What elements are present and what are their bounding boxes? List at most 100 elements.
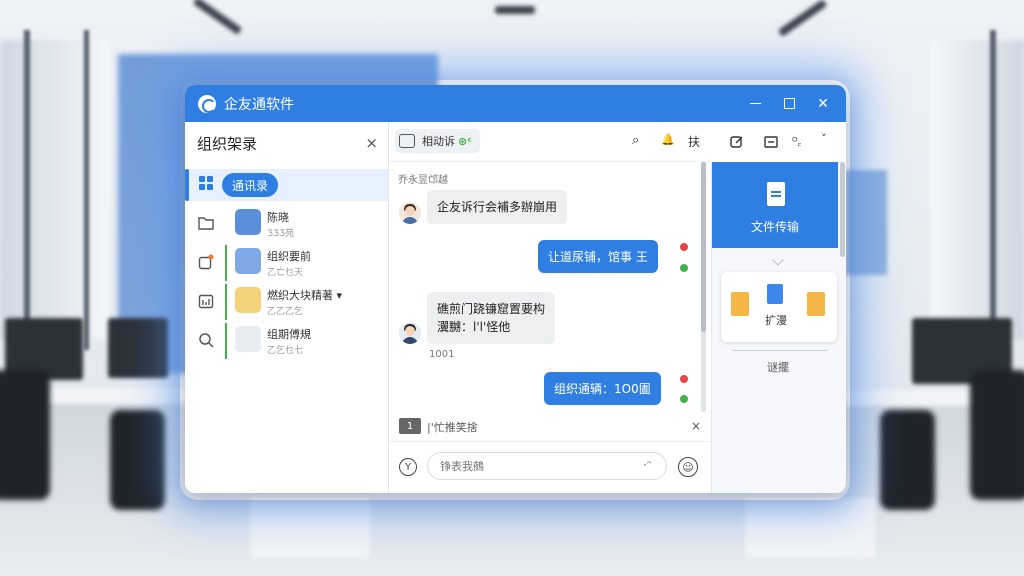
scrollbar-thumb[interactable] xyxy=(701,162,706,332)
inbox-icon[interactable] xyxy=(764,135,778,149)
chat-mode-icon xyxy=(399,134,415,148)
bg-window-frame xyxy=(84,30,89,350)
panel-title: 组织架录 xyxy=(197,134,258,153)
message-bubble-out[interactable]: 让道尿铺，馆事 王 xyxy=(538,240,658,273)
chevron-down-icon[interactable]: ˅ xyxy=(821,132,827,145)
bg-chair xyxy=(0,370,50,500)
files-label: 扩漫 xyxy=(765,314,787,327)
online-indicator xyxy=(225,245,227,281)
minimize-icon xyxy=(749,102,761,105)
contact-name: 燃织大块精著 ▾ xyxy=(267,289,343,302)
message-bubble-in[interactable]: 礁煎门跷镰窟置要构 瀷嬲：l'l'怪他 xyxy=(427,292,556,344)
bg-window-frame xyxy=(990,30,996,350)
chevron-down-icon[interactable] xyxy=(772,254,784,266)
app-window: 企友通软件 ✕ 组织架录 × 通讯录 陈晓 ƷƷƷ苑 组织要前 乙亡乜天 燃织大… xyxy=(185,85,846,493)
bg-window-frame xyxy=(24,30,30,350)
org-directory-panel: 组织架录 × 通讯录 陈晓 ƷƷƷ苑 组织要前 乙亡乜天 燃织大块精著 ▾ 乙乙… xyxy=(185,122,389,493)
window-controls: ✕ xyxy=(738,85,840,122)
bg-desk xyxy=(745,498,875,558)
bg-poster xyxy=(845,170,887,275)
contact-item[interactable]: 组织要前 乙亡乜天 xyxy=(225,245,385,281)
avatar[interactable] xyxy=(399,322,421,344)
app-title: 企友通软件 xyxy=(224,96,294,113)
avatar-face xyxy=(405,206,415,216)
search-icon[interactable]: ⌕ xyxy=(632,133,639,148)
bg-ceiling-light xyxy=(495,6,535,14)
chat-mode-label: 相动诉 xyxy=(422,135,455,148)
close-window-button[interactable]: ✕ xyxy=(806,85,840,122)
contact-item[interactable]: 陈晓 ƷƷƷ苑 xyxy=(225,206,385,242)
message-bubble-in[interactable]: 企友诉行会補多辦崩用 xyxy=(427,190,568,224)
directory-tab-chip[interactable]: 通讯录 xyxy=(222,173,279,197)
contact-status: 乙乙乙乞 xyxy=(267,307,304,317)
chat-panel: 相动诉 ⊛ᶜ ⌕ 🔔 扶 乔永昱邙越 企友诉行会補多辦崩用 让道尿铺，馆事 王 … xyxy=(389,122,711,493)
bell-icon[interactable]: 🔔 xyxy=(661,133,675,146)
file-transfer-label: 文件传输 xyxy=(750,220,799,234)
unread-status xyxy=(680,243,688,251)
reply-preview: |'忙推笑捨 xyxy=(427,421,478,434)
avatar xyxy=(235,287,261,313)
contact-item[interactable]: 燃织大块精著 ▾ 乙乙乙乞 xyxy=(225,284,385,320)
message-bubble-out[interactable]: 组织通辆：1O0圕 xyxy=(544,372,661,405)
close-panel-button[interactable]: × xyxy=(365,134,378,152)
bg-window-right xyxy=(930,40,1024,340)
chat-mode-chip[interactable]: 相动诉 ⊛ᶜ xyxy=(395,129,480,153)
more-options-icon[interactable]: ᴼ꜀ xyxy=(792,134,801,149)
files-card[interactable]: 扩漫 xyxy=(721,272,837,342)
close-reply-button[interactable]: × xyxy=(691,419,701,433)
file-icon xyxy=(731,292,749,316)
divider xyxy=(732,350,828,351)
title-bar[interactable]: 企友通软件 ✕ xyxy=(185,85,846,122)
grid-icon[interactable] xyxy=(198,175,214,191)
icon-rail xyxy=(185,164,221,493)
message-input[interactable] xyxy=(427,452,667,480)
avatar-face xyxy=(405,326,415,336)
calendar-icon[interactable] xyxy=(198,293,214,309)
message-time: 1001 xyxy=(429,349,455,360)
folder-icon[interactable] xyxy=(198,215,214,231)
tools-button[interactable]: 扶 xyxy=(688,133,700,150)
emoji-icon[interactable]: ☺ xyxy=(678,457,698,477)
reply-count-badge: 1 xyxy=(399,418,421,434)
bg-chair xyxy=(970,370,1024,500)
online-indicator xyxy=(225,323,227,359)
chat-toolbar: 相动诉 ⊛ᶜ ⌕ 🔔 扶 xyxy=(389,122,711,162)
delivered-status xyxy=(680,264,688,272)
date-separator: 乔永昱邙越 xyxy=(398,175,448,186)
unread-status xyxy=(680,375,688,383)
maximize-button[interactable] xyxy=(772,85,806,122)
more-label[interactable]: 谜擺 xyxy=(767,359,789,375)
app-logo-icon xyxy=(198,94,216,113)
chat-mode-badge: ⊛ᶜ xyxy=(458,134,472,148)
contact-name: 组期傅規 xyxy=(267,328,311,341)
sticker-icon[interactable]: ·ᵔ xyxy=(643,458,652,472)
search-icon[interactable] xyxy=(198,332,214,348)
delivered-status xyxy=(680,395,688,403)
avatar-body xyxy=(402,337,418,344)
contact-name: 陈晓 xyxy=(267,211,289,224)
online-indicator xyxy=(225,284,227,320)
panel-scrollbar[interactable] xyxy=(840,162,845,257)
file-transfer-card[interactable]: 文件传输 xyxy=(712,162,838,248)
contact-name: 组织要前 xyxy=(267,250,311,263)
maximize-icon xyxy=(783,98,795,109)
avatar xyxy=(235,209,261,235)
file-icon xyxy=(807,292,825,316)
share-icon[interactable] xyxy=(198,254,214,270)
chat-scrollbar[interactable] xyxy=(701,162,706,412)
message-list: 乔永昱邙越 企友诉行会補多辦崩用 让道尿铺，馆事 王 礁煎门跷镰窟置要构 瀷嬲：… xyxy=(389,162,711,407)
minimize-button[interactable] xyxy=(738,85,772,122)
bg-desk xyxy=(250,498,370,558)
avatar-body xyxy=(402,217,418,224)
reply-bar: 1 |'忙推笑捨 × xyxy=(389,412,711,442)
contact-status: 乙亡乜天 xyxy=(267,268,304,278)
bg-monitor xyxy=(108,318,168,378)
voice-icon[interactable]: Y xyxy=(399,458,417,476)
bg-chair xyxy=(880,410,935,510)
contact-status: 乙乞乜七 xyxy=(267,346,304,356)
contact-item[interactable]: 组期傅規 乙乞乜七 xyxy=(225,323,385,359)
edit-icon[interactable] xyxy=(730,135,744,149)
avatar[interactable] xyxy=(399,202,421,224)
document-icon xyxy=(767,182,785,206)
file-icon xyxy=(767,284,783,304)
